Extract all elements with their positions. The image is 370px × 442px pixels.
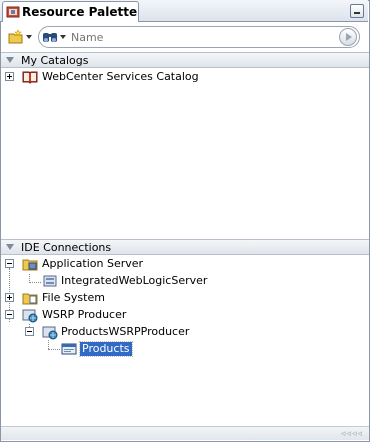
- portlet-icon: [61, 343, 77, 355]
- wsrp-folder-icon: [22, 309, 38, 323]
- tree-node-webcenter-catalog[interactable]: WebCenter Services Catalog: [0, 69, 368, 85]
- tree-node-integrated-weblogic-server[interactable]: IntegratedWebLogicServer: [0, 273, 368, 289]
- section-label: IDE Connections: [21, 240, 112, 254]
- wsrp-producer-icon: [42, 326, 58, 340]
- expand-icon[interactable]: [5, 72, 14, 81]
- search-box: [38, 26, 360, 48]
- collapse-icon[interactable]: [5, 310, 14, 319]
- new-catalog-button[interactable]: [8, 28, 34, 46]
- collapse-triangle-icon: [6, 244, 14, 250]
- palette-toolbar: [1, 23, 369, 51]
- server-folder-icon: [22, 259, 38, 271]
- tree-node-application-server[interactable]: Application Server: [0, 256, 368, 272]
- tree-node-label: Application Server: [42, 257, 144, 270]
- panel-title: Resource Palette: [22, 5, 138, 19]
- collapse-icon[interactable]: [5, 259, 14, 268]
- search-input[interactable]: [71, 29, 321, 45]
- expand-icon[interactable]: [5, 293, 14, 302]
- chevron-down-icon: [60, 35, 66, 39]
- tree-node-file-system[interactable]: File System: [0, 290, 368, 306]
- resource-palette-icon: [6, 6, 20, 18]
- binoculars-icon: [43, 33, 57, 42]
- section-my-catalogs[interactable]: My Catalogs: [1, 52, 369, 68]
- section-label: My Catalogs: [21, 53, 89, 67]
- collapse-triangle-icon: [6, 57, 14, 63]
- tree-node-products[interactable]: Products: [0, 341, 368, 357]
- tree-node-products-wsrp-producer[interactable]: ProductsWSRPProducer: [0, 324, 368, 340]
- status-bar: ◃◃◃◃: [1, 426, 369, 440]
- server-icon: [43, 275, 57, 287]
- panel-tab-strip: Resource Palette: [0, 0, 368, 22]
- tab-resource-palette[interactable]: Resource Palette: [2, 1, 139, 22]
- new-folder-icon: [8, 29, 23, 44]
- collapse-icon[interactable]: [25, 327, 34, 336]
- section-ide-connections[interactable]: IDE Connections: [1, 239, 369, 255]
- tree-node-label: File System: [42, 291, 105, 304]
- resize-grip-icon[interactable]: ◃◃◃◃: [341, 429, 363, 439]
- tree-node-label: WebCenter Services Catalog: [42, 70, 199, 83]
- tree-node-label: WSRP Producer: [42, 308, 127, 321]
- chevron-down-icon: [26, 35, 32, 39]
- tree-node-wsrp-producer[interactable]: WSRP Producer: [0, 307, 368, 323]
- minimize-button[interactable]: [350, 4, 364, 18]
- tree-node-label: IntegratedWebLogicServer: [61, 274, 208, 287]
- file-system-folder-icon: [22, 293, 38, 305]
- book-catalog-icon: [22, 71, 38, 84]
- tree-node-label: Products: [79, 341, 133, 357]
- tree-node-label: ProductsWSRPProducer: [61, 325, 190, 338]
- search-type-dropdown[interactable]: [42, 29, 66, 45]
- search-go-button[interactable]: [339, 28, 357, 46]
